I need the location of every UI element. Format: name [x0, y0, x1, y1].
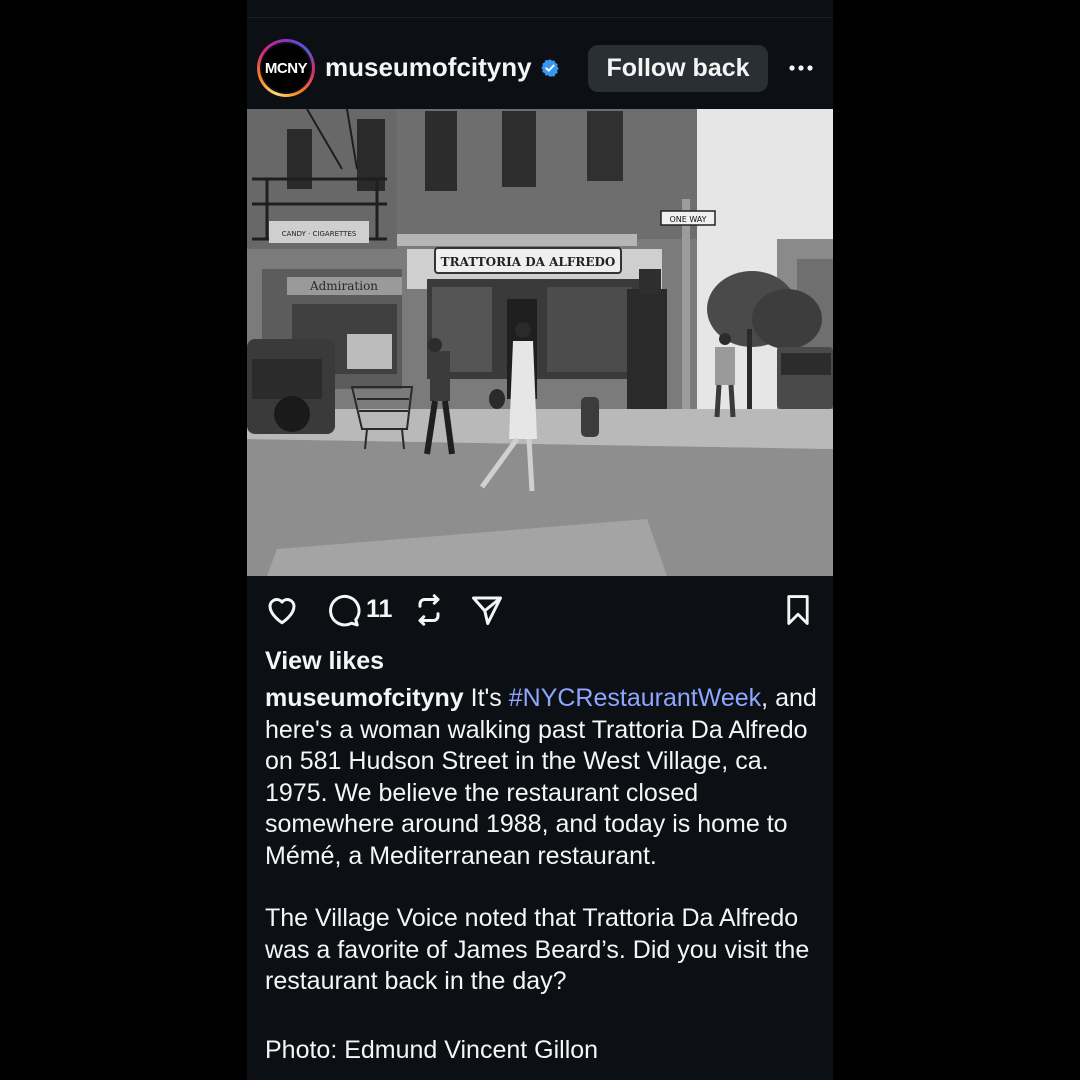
post-panel: MCNY museumofcityny Follow back TRATTORI… — [247, 0, 833, 1080]
candy-sign: CANDY · CIGARETTES — [282, 230, 357, 238]
caption-username[interactable]: museumofcityny — [265, 684, 464, 712]
caption: museumofcityny It's #NYCRestaurantWeek, … — [265, 683, 821, 1066]
heart-icon[interactable] — [264, 592, 300, 628]
caption-text-1: It's — [463, 684, 509, 712]
username-link[interactable]: museumofcityny — [325, 52, 532, 83]
comment-icon[interactable] — [325, 592, 361, 628]
caption-paragraph-2: The Village Voice noted that Trattoria D… — [265, 904, 810, 995]
caption-paragraph-3: Photo: Edmund Vincent Gillon — [265, 1035, 599, 1064]
caption-paragraph-1: museumofcityny It's #NYCRestaurantWeek, … — [265, 683, 821, 872]
follow-back-button[interactable]: Follow back — [588, 45, 768, 92]
restaurant-sign: TRATTORIA DA ALFREDO — [441, 255, 616, 269]
more-options-icon[interactable] — [787, 56, 815, 80]
admiration-sign: Admiration — [309, 279, 378, 293]
action-bar: 11 — [247, 590, 833, 634]
one-way-sign: ONE WAY — [669, 215, 706, 224]
comment-count: 11 — [366, 595, 393, 623]
view-likes-link[interactable]: View likes — [265, 647, 384, 676]
story-ring[interactable]: MCNY — [257, 39, 315, 97]
repost-icon[interactable] — [411, 592, 447, 628]
hashtag-link[interactable]: #NYCRestaurantWeek — [509, 684, 761, 712]
share-icon[interactable] — [469, 592, 505, 628]
verified-badge-icon — [541, 59, 559, 77]
post-photo[interactable]: TRATTORIA DA ALFREDO CANDY · CIGARETTES … — [247, 109, 833, 576]
top-divider — [247, 17, 833, 18]
post-header: MCNY museumofcityny Follow back — [247, 38, 833, 100]
bookmark-icon[interactable] — [781, 592, 815, 628]
avatar[interactable]: MCNY — [262, 44, 310, 92]
